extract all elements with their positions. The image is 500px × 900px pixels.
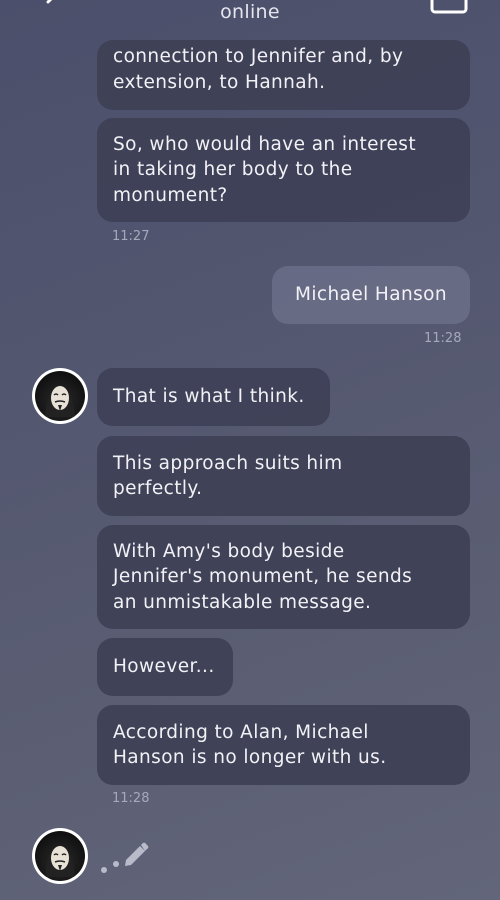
message-text: That is what I think. <box>113 386 305 408</box>
chat-header: online <box>0 0 500 30</box>
message-text: According to Alan, Michael Hanson is no … <box>113 721 387 769</box>
typing-dot <box>113 861 119 867</box>
message-timestamp: 11:28 <box>424 331 462 346</box>
message-text: This approach suits him perfectly. <box>113 452 343 500</box>
masked-figure-icon <box>45 385 75 417</box>
message-text: connection to Jennifer and, by extension… <box>113 46 404 93</box>
masked-figure-icon <box>45 845 75 877</box>
message-bubble-incoming: connection to Jennifer and, by extension… <box>97 40 470 110</box>
typing-indicator <box>101 842 149 873</box>
message-timestamp: 11:27 <box>112 229 150 244</box>
message-bubble-outgoing: Michael Hanson <box>272 266 470 324</box>
contact-avatar[interactable] <box>32 368 88 424</box>
typing-dot <box>101 867 107 873</box>
message-text: With Amy's body beside Jennifer's monume… <box>113 540 413 613</box>
message-bubble-incoming: According to Alan, Michael Hanson is no … <box>97 705 470 785</box>
message-bubble-incoming: With Amy's body beside Jennifer's monume… <box>97 525 470 629</box>
message-bubble-incoming: This approach suits him perfectly. <box>97 436 470 516</box>
contact-status: online <box>220 1 280 23</box>
message-timestamp: 11:28 <box>112 791 150 806</box>
message-text: However... <box>113 656 215 678</box>
message-bubble-incoming: So, who would have an interest in taking… <box>97 118 470 222</box>
message-text: So, who would have an interest in taking… <box>113 133 417 206</box>
message-bubble-incoming: However... <box>97 638 233 696</box>
pencil-icon <box>125 842 149 866</box>
message-text: Michael Hanson <box>295 284 447 306</box>
cards-icon[interactable] <box>428 0 470 16</box>
contact-avatar[interactable] <box>32 828 88 884</box>
message-bubble-incoming: That is what I think. <box>97 368 330 426</box>
